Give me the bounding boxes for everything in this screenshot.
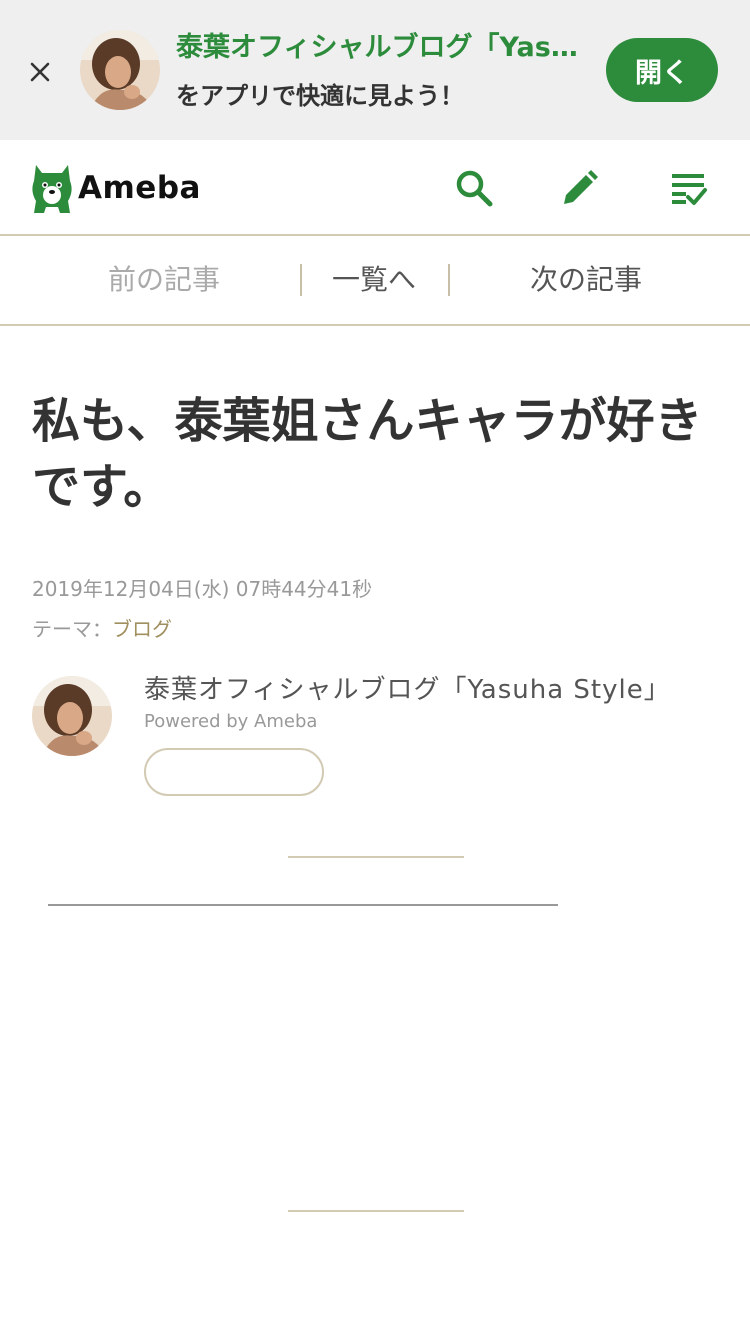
article-pager: 前の記事 一覧へ 次の記事 bbox=[0, 236, 750, 326]
ameba-logo[interactable]: Ameba bbox=[30, 160, 201, 216]
pager-divider bbox=[300, 264, 302, 296]
divider bbox=[48, 904, 558, 906]
divider bbox=[288, 1210, 464, 1212]
theme-prefix: テーマ： bbox=[32, 617, 112, 641]
close-icon[interactable] bbox=[24, 56, 56, 88]
powered-by: Powered by Ameba bbox=[144, 711, 318, 732]
ameba-mascot-icon bbox=[32, 165, 72, 213]
article-list-link[interactable]: 一覧へ bbox=[332, 260, 416, 300]
search-icon[interactable] bbox=[454, 168, 494, 208]
author-avatar[interactable] bbox=[32, 676, 112, 756]
app-install-banner: 泰葉オフィシャルブログ「Yasuha Style」 をアプリで快適に見よう！ 開… bbox=[0, 0, 750, 140]
article-title: 私も、泰葉姐さんキャラが好きです。 bbox=[32, 393, 703, 515]
banner-title: 泰葉オフィシャルブログ「Yasuha Style」 bbox=[176, 32, 592, 63]
next-article-link[interactable]: 次の記事 bbox=[530, 260, 642, 300]
prev-article-link[interactable]: 前の記事 bbox=[108, 260, 220, 300]
follow-button[interactable] bbox=[144, 748, 324, 796]
open-app-button[interactable]: 開く bbox=[606, 38, 718, 102]
theme-link[interactable]: ブログ bbox=[112, 617, 172, 641]
checklist-icon[interactable] bbox=[668, 168, 708, 208]
site-header: Ameba bbox=[0, 140, 750, 236]
article-date: 2019年12月04日(水) 07時44分41秒 bbox=[32, 577, 373, 601]
pager-divider bbox=[448, 264, 450, 296]
divider bbox=[288, 856, 464, 858]
author-blog-name[interactable]: 泰葉オフィシャルブログ「Yasuha Style」 bbox=[144, 672, 671, 708]
banner-avatar bbox=[80, 30, 160, 110]
banner-subtitle: をアプリで快適に見よう！ bbox=[176, 82, 464, 110]
logo-text: Ameba bbox=[78, 170, 201, 206]
pencil-icon[interactable] bbox=[560, 168, 600, 208]
theme-row: テーマ：ブログ bbox=[32, 615, 172, 643]
